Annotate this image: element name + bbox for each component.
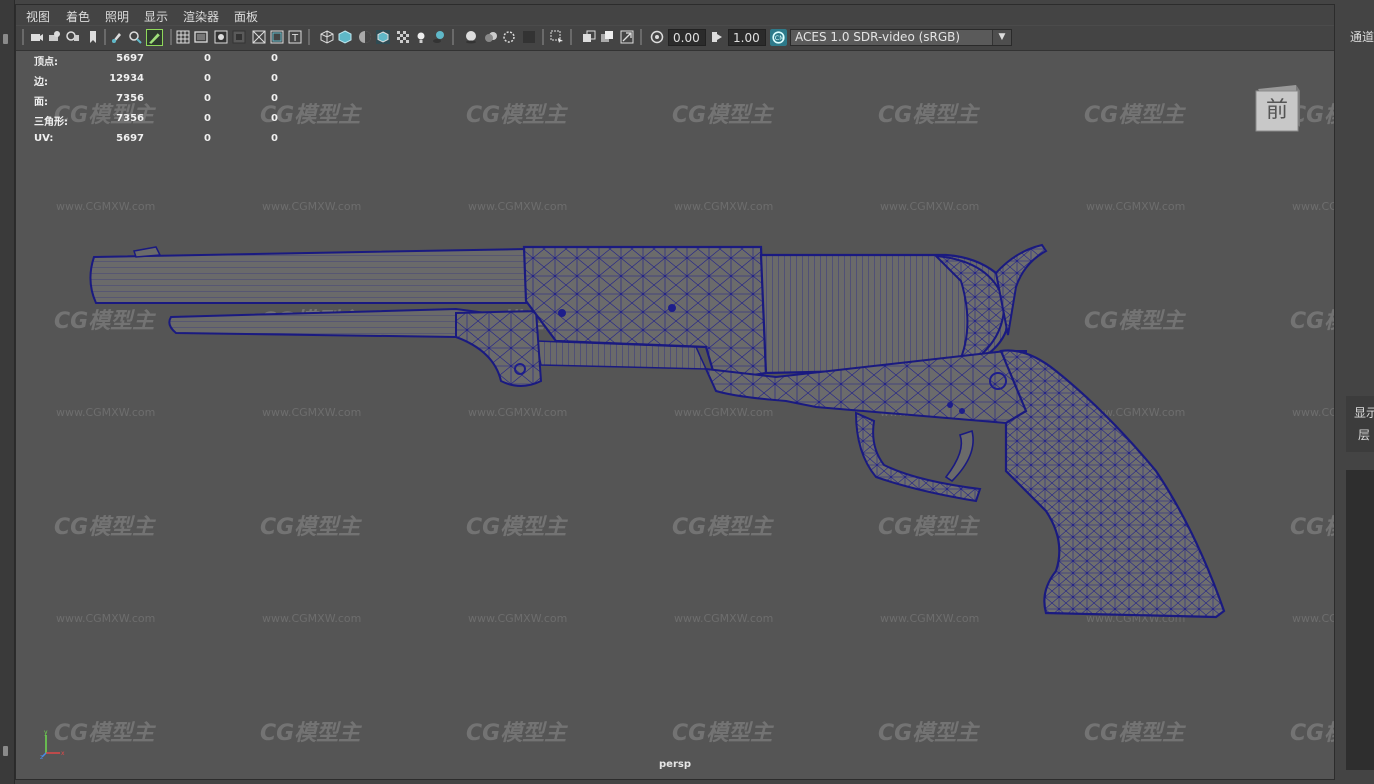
safe-title-icon[interactable]: T [288,30,302,44]
isolate-select-icon[interactable] [550,30,564,44]
image-plane-icon[interactable] [86,30,100,44]
frame-screw [668,304,676,312]
toolbar-separator [542,29,544,45]
wireframe-icon[interactable] [320,30,334,44]
camera-name-label: persp [659,759,691,770]
strip-handle-icon[interactable] [3,746,8,756]
toolbar-separator [308,29,310,45]
film-gate-icon[interactable] [194,30,208,44]
grip [999,349,1226,619]
3d-viewport[interactable]: CG模型主CG模型主CG模型主CG模型主CG模型主CG模型主CG模型主CG模型主… [16,51,1334,779]
grease-pencil-active-icon[interactable] [146,29,163,46]
depth-of-field-icon[interactable] [522,30,536,44]
2d-pan-zoom-icon[interactable] [128,30,142,44]
toolbar-separator [570,29,572,45]
gamma-input[interactable]: 1.00 [728,29,766,46]
svg-text:CM: CM [775,34,785,42]
camera-attr-icon[interactable] [48,30,62,44]
channel-box-tab[interactable]: 通道 [1350,28,1374,45]
xray-joints-icon[interactable] [620,30,634,44]
xray-icon[interactable] [582,30,596,44]
left-tool-strip [0,0,15,784]
color-space-value: ACES 1.0 SDR-video (sRGB) [795,30,961,44]
pin-screw [947,402,953,408]
axis-gizmo: y x z [40,729,65,759]
display-tab[interactable]: 显示 [1354,404,1374,421]
lights-icon[interactable] [414,30,428,44]
toolbar-separator [452,29,454,45]
textured-icon[interactable] [396,30,410,44]
layer-tab[interactable]: 层 [1358,426,1370,443]
trigger [944,429,974,483]
svg-text:x: x [61,750,65,757]
grease-pencil-icon[interactable] [110,30,124,44]
svg-text:T: T [291,33,299,44]
menu-panels[interactable]: 面板 [234,8,258,25]
field-chart-icon[interactable] [252,30,266,44]
view-cube[interactable]: 前 [1252,83,1302,133]
panel-menu-bar: 视图 着色 照明 显示 渲染器 面板 [16,5,1334,25]
bookmark-icon[interactable] [66,30,80,44]
exposure-input[interactable]: 0.00 [668,29,706,46]
resolution-gate-icon[interactable] [214,30,228,44]
toolbar-separator [104,29,106,45]
lever-hinge [455,309,543,387]
gamma-icon[interactable] [710,30,724,44]
grid-icon[interactable] [176,30,190,44]
menu-shading[interactable]: 着色 [66,8,90,25]
camera-select-icon[interactable] [30,30,44,44]
front-sight [133,246,162,258]
multisample-aa-icon[interactable] [502,30,516,44]
strip-handle-icon[interactable] [3,34,8,44]
exposure-icon[interactable] [650,30,664,44]
view-cube-face-label: 前 [1265,98,1288,123]
menu-view[interactable]: 视图 [26,8,50,25]
chevron-down-icon[interactable]: ▼ [992,30,1011,45]
frame-screw [558,309,566,317]
toolbar-separator [22,29,24,45]
screen-space-ao-icon[interactable] [464,30,478,44]
svg-text:y: y [44,729,48,736]
barrel [89,247,530,304]
safe-action-icon[interactable] [270,30,284,44]
menu-show[interactable]: 显示 [144,8,168,25]
default-material-icon[interactable] [358,30,372,44]
viewport-panel: 视图 着色 照明 显示 渲染器 面板 T 0.00 1.00 CM ACES 1… [15,4,1335,780]
gate-mask-icon[interactable] [232,30,246,44]
xray-active-icon[interactable] [600,30,614,44]
toolbar-separator [640,29,642,45]
loading-lever [168,307,487,339]
panel-toolbar: T 0.00 1.00 CM ACES 1.0 SDR-video (sRGB)… [16,26,1334,51]
wireframe-on-shaded-icon[interactable] [376,30,390,44]
menu-renderer[interactable]: 渲染器 [183,8,219,25]
pin-screw [959,408,965,414]
right-side-panel: 通道 显示 层 [1336,0,1374,784]
smooth-shade-icon[interactable] [338,30,352,44]
toolbar-separator [170,29,172,45]
shadows-icon[interactable] [432,30,446,44]
layer-list-area [1346,470,1374,770]
motion-blur-icon[interactable] [484,30,498,44]
revolver-mesh[interactable] [16,51,1334,779]
color-management-icon[interactable]: CM [770,29,787,46]
menu-lighting[interactable]: 照明 [105,8,129,25]
color-space-dropdown[interactable]: ACES 1.0 SDR-video (sRGB) ▼ [790,29,1012,46]
